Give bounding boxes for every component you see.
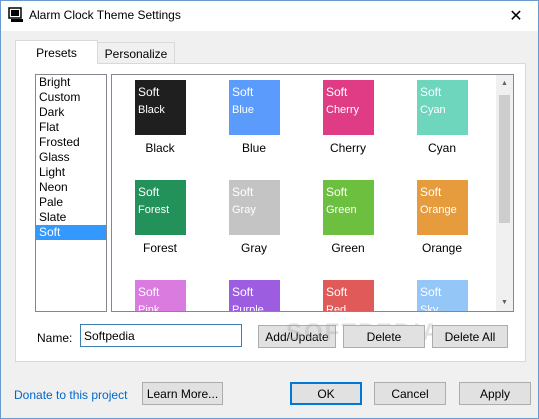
swatch-line1: Soft [326, 85, 348, 99]
theme-swatch[interactable]: Soft Forest [135, 180, 186, 235]
theme-swatch[interactable]: Soft Black [135, 80, 186, 135]
theme-swatch[interactable]: Soft Cyan [417, 80, 468, 135]
theme-swatch[interactable]: Soft Blue [229, 80, 280, 135]
scroll-down-arrow-icon[interactable]: ▼ [496, 294, 513, 311]
cancel-button[interactable]: Cancel [374, 382, 446, 405]
swatch-line1: Soft [138, 285, 160, 299]
scroll-up-arrow-icon[interactable]: ▲ [496, 75, 513, 92]
title-bar: Alarm Clock Theme Settings ✕ [1, 1, 538, 31]
theme-swatch[interactable]: Soft Orange [417, 180, 468, 235]
theme-label: Cyan [427, 141, 456, 155]
theme-tile[interactable]: Soft Purple [206, 275, 300, 312]
preset-list-item[interactable]: Soft [36, 225, 106, 240]
preset-list-item[interactable]: Pale [36, 195, 106, 210]
theme-label: Orange [421, 241, 463, 255]
swatch-line2: Orange [420, 204, 457, 216]
theme-label: Cherry [329, 141, 366, 155]
theme-tile[interactable]: Soft Cyan Cyan [394, 75, 488, 169]
theme-tile[interactable]: Soft Cherry Cherry [300, 75, 394, 169]
preset-list-item[interactable]: Dark [36, 105, 106, 120]
theme-label: Forest [142, 241, 177, 255]
theme-swatch[interactable]: Soft Cherry [323, 80, 374, 135]
name-label: Name: [37, 331, 73, 345]
swatch-line1: Soft [138, 185, 160, 199]
swatch-line2: Purple [232, 304, 264, 312]
scrollbar-thumb[interactable] [499, 95, 510, 223]
swatch-line1: Soft [420, 85, 442, 99]
theme-swatch[interactable]: Soft Green [323, 180, 374, 235]
theme-swatch[interactable]: Soft Pink [135, 280, 186, 312]
swatch-line2: Sky [420, 304, 439, 312]
preset-list-item[interactable]: Flat [36, 120, 106, 135]
theme-tile[interactable]: Soft Red [300, 275, 394, 312]
theme-tile[interactable]: Soft Orange Orange [394, 175, 488, 269]
theme-tile[interactable]: Soft Gray Gray [206, 175, 300, 269]
theme-label: Gray [240, 241, 267, 255]
preset-list-item[interactable]: Frosted [36, 135, 106, 150]
theme-swatch[interactable]: Soft Purple [229, 280, 280, 312]
theme-settings-window: Alarm Clock Theme Settings ✕ Presets Per… [0, 0, 539, 419]
name-input[interactable] [80, 324, 242, 347]
window-title: Alarm Clock Theme Settings [29, 8, 181, 22]
theme-tile[interactable]: Soft Black Black [112, 75, 206, 169]
theme-tile[interactable]: Soft Pink [112, 275, 206, 312]
swatch-line2: Pink [138, 304, 160, 312]
theme-tile[interactable]: Soft Green Green [300, 175, 394, 269]
swatch-line2: Black [138, 104, 165, 116]
theme-swatch[interactable]: Soft Red [323, 280, 374, 312]
swatch-line2: Gray [232, 204, 256, 216]
theme-swatch[interactable]: Soft Sky [417, 280, 468, 312]
swatch-line1: Soft [138, 85, 160, 99]
donate-link[interactable]: Donate to this project [14, 388, 127, 402]
ok-button[interactable]: OK [290, 382, 362, 405]
preset-list-item[interactable]: Glass [36, 150, 106, 165]
swatch-line2: Red [326, 304, 347, 312]
theme-swatch[interactable]: Soft Gray [229, 180, 280, 235]
theme-tile[interactable]: Soft Sky [394, 275, 488, 312]
preset-list-item[interactable]: Light [36, 165, 106, 180]
preset-list-item[interactable]: Neon [36, 180, 106, 195]
preset-list-item[interactable]: Slate [36, 210, 106, 225]
theme-label: Black [145, 141, 175, 155]
swatch-line1: Soft [420, 285, 442, 299]
swatch-line2: Blue [232, 104, 255, 116]
close-icon: ✕ [509, 7, 523, 25]
delete-all-button[interactable]: Delete All [432, 325, 508, 348]
delete-button[interactable]: Delete [343, 325, 425, 348]
tab-presets[interactable]: Presets [15, 40, 98, 64]
close-button[interactable]: ✕ [494, 1, 538, 30]
vertical-scrollbar[interactable]: ▲ ▼ [496, 75, 513, 311]
learn-more-button[interactable]: Learn More... [142, 382, 223, 405]
theme-label: Blue [241, 141, 267, 155]
apply-button[interactable]: Apply [459, 382, 531, 405]
swatch-line2: Green [326, 204, 357, 216]
swatch-line1: Soft [326, 185, 348, 199]
preset-list-item[interactable]: Bright [36, 75, 106, 90]
swatch-line1: Soft [232, 185, 254, 199]
theme-label: Green [331, 241, 365, 255]
swatch-line2: Cyan [420, 104, 446, 116]
tab-personalize[interactable]: Personalize [97, 42, 175, 64]
app-icon [8, 7, 23, 22]
theme-tile[interactable]: Soft Forest Forest [112, 175, 206, 269]
swatch-line1: Soft [326, 285, 348, 299]
swatch-line1: Soft [232, 285, 254, 299]
preset-list[interactable]: Bright Custom Dark Flat Frosted Glass Light Neo… [35, 74, 107, 312]
swatch-line2: Cherry [326, 104, 360, 116]
preset-list-item[interactable]: Custom [36, 90, 106, 105]
theme-tile[interactable]: Soft Blue Blue [206, 75, 300, 169]
swatch-line2: Forest [138, 204, 170, 216]
swatch-line1: Soft [232, 85, 254, 99]
theme-grid: Soft Black Black Soft Blue Blue Soft Cherry Cher… [111, 74, 514, 312]
swatch-line1: Soft [420, 185, 442, 199]
